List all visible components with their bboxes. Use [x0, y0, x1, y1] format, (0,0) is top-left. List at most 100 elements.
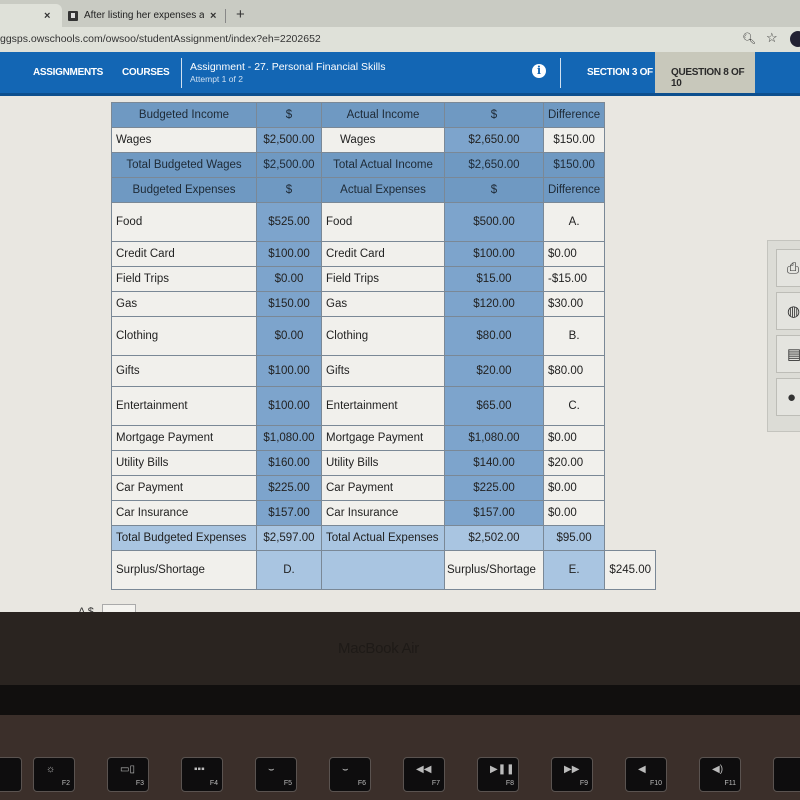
table-cell: $15.00 [444, 266, 544, 292]
answer-blank-d: D. [256, 550, 322, 590]
table-cell: Mortgage Payment [321, 425, 445, 451]
table-cell: $100.00 [444, 241, 544, 267]
info-icon[interactable]: i [532, 64, 546, 78]
table-cell: $0.00 [542, 425, 606, 451]
table-cell: Entertainment [321, 386, 445, 426]
total-expenses-row: Total Budgeted Expenses $2,597.00 Total … [111, 525, 656, 551]
browser-tab-active[interactable]: × [0, 4, 62, 27]
key-label: F2 [61, 780, 70, 787]
expense-row-utility-bills: Utility Bills $160.00 Utility Bills $140… [111, 450, 656, 476]
expense-row-clothing: Clothing $0.00 Clothing $80.00 B. [111, 316, 656, 356]
key-f1 [0, 757, 22, 792]
answer-blank-a: A. [542, 202, 606, 242]
answer-a-label: A $ [78, 606, 94, 612]
key-label: F11 [724, 780, 736, 787]
table-cell: $1,080.00 [256, 425, 322, 451]
key-label: F3 [135, 780, 144, 787]
table-cell: Car Payment [321, 475, 445, 501]
table-cell: Surplus/Shortage [111, 550, 257, 590]
browser-tab-assignment[interactable]: After listing her expenses and × [62, 4, 230, 27]
table-cell: $225.00 [444, 475, 544, 501]
table-cell: Utility Bills [111, 450, 257, 476]
nav-right-panel [755, 52, 800, 93]
table-cell: $120.00 [444, 291, 544, 317]
table-cell: $0.00 [542, 500, 606, 526]
bezel-label: MacBook Air [338, 640, 419, 657]
total-income-row: Total Budgeted Wages $2,500.00 Total Act… [111, 152, 656, 178]
fast-forward-icon: ▶▶ [564, 764, 580, 775]
table-cell: $0.00 [256, 266, 322, 292]
table-cell: $1,080.00 [444, 425, 544, 451]
table-cell [321, 550, 445, 590]
table-cell: Wages [111, 127, 257, 153]
header-cell: Budgeted Expenses [111, 177, 257, 203]
table-cell: Entertainment [111, 386, 257, 426]
laptop-hinge [0, 685, 800, 715]
key-label: F10 [649, 780, 662, 787]
table-cell: Total Budgeted Expenses [111, 525, 257, 551]
expense-row-car-insurance: Car Insurance $157.00 Car Insurance $157… [111, 500, 656, 526]
table-cell: Field Trips [321, 266, 445, 292]
keyboard-function-row: ☼ F2 ▭▯ F3 ▪▪▪ F4 ⌣ F5 ⌣ F6 ◀◀ F7 ▶❚❚ F8 ▶▶ F9 ◀… [0, 715, 800, 800]
keyboard-light-down-icon: ⌣ [268, 764, 275, 775]
section-indicator[interactable]: SECTION 3 OF 4 [587, 67, 661, 78]
key-f10: ◀ F10 [625, 757, 667, 792]
close-tab-icon[interactable]: × [210, 10, 216, 22]
mute-icon: ◀ [638, 764, 646, 775]
zoom-icon[interactable]: 🔍︎ [742, 32, 756, 45]
dictionary-icon[interactable]: ▤ [776, 335, 800, 373]
header-cell: Actual Expenses [321, 177, 445, 203]
expense-row-gas: Gas $150.00 Gas $120.00 $30.00 [111, 291, 656, 317]
table-cell: Field Trips [111, 266, 257, 292]
globe-icon[interactable]: ◍ [776, 292, 800, 330]
header-cell: $ [256, 177, 322, 203]
table-cell: $2,650.00 [444, 127, 544, 153]
url-field[interactable]: ggsps.owschools.com/owsoo/studentAssignm… [0, 33, 321, 45]
answer-blank-e: E. [542, 550, 606, 590]
table-cell: $525.00 [256, 202, 322, 242]
budget-table: Budgeted Income $ Actual Income $ Differ… [111, 102, 657, 590]
star-icon[interactable]: ☆ [766, 30, 778, 46]
nav-assignments[interactable]: ASSIGNMENTS [33, 67, 103, 78]
profile-avatar[interactable] [790, 31, 800, 47]
table-cell: $0.00 [542, 475, 606, 501]
income-header-row: Budgeted Income $ Actual Income $ Differ… [111, 102, 656, 128]
table-cell: $65.00 [444, 386, 544, 426]
table-cell: Total Budgeted Wages [111, 152, 257, 178]
key-label: F7 [431, 780, 440, 787]
question-indicator[interactable]: QUESTION 8 OF 10 [655, 52, 755, 93]
table-cell: $160.00 [256, 450, 322, 476]
key-f3: ▭▯ F3 [107, 757, 149, 792]
answer-blank-c: C. [542, 386, 606, 426]
nav-courses[interactable]: COURSES [122, 67, 170, 78]
table-cell: $150.00 [542, 152, 606, 178]
table-cell: $225.00 [256, 475, 322, 501]
print-icon[interactable]: ⎙ [776, 249, 800, 287]
new-tab-button[interactable]: + [236, 6, 245, 23]
brightness-up-icon: ☼ [46, 764, 56, 775]
table-cell: Clothing [321, 316, 445, 356]
table-cell: $100.00 [256, 386, 322, 426]
table-cell: Gas [321, 291, 445, 317]
table-cell: $2,500.00 [256, 152, 322, 178]
screen: × After listing her expenses and × + ggs… [0, 0, 800, 612]
table-cell: $140.00 [444, 450, 544, 476]
microphone-icon[interactable]: ● [776, 378, 800, 416]
table-cell: $20.00 [444, 355, 544, 387]
expense-row-car-payment: Car Payment $225.00 Car Payment $225.00 … [111, 475, 656, 501]
close-tab-icon[interactable]: × [44, 10, 50, 22]
wages-row: Wages $2,500.00 Wages $2,650.00 $150.00 [111, 127, 656, 153]
table-cell: $157.00 [256, 500, 322, 526]
table-cell: Utility Bills [321, 450, 445, 476]
expense-row-food: Food $525.00 Food $500.00 A. [111, 202, 656, 242]
table-cell: Gifts [111, 355, 257, 387]
table-cell: $2,597.00 [256, 525, 322, 551]
table-cell: $157.00 [444, 500, 544, 526]
table-cell: Food [321, 202, 445, 242]
table-cell: Surplus/Shortage [444, 550, 544, 590]
header-cell: $ [256, 102, 322, 128]
tab-title: After listing her expenses and [84, 10, 204, 21]
answer-a-input[interactable] [102, 604, 136, 612]
expense-row-credit-card: Credit Card $100.00 Credit Card $100.00 … [111, 241, 656, 267]
course-nav-header: ASSIGNMENTS COURSES Assignment - 27. Per… [0, 52, 800, 96]
